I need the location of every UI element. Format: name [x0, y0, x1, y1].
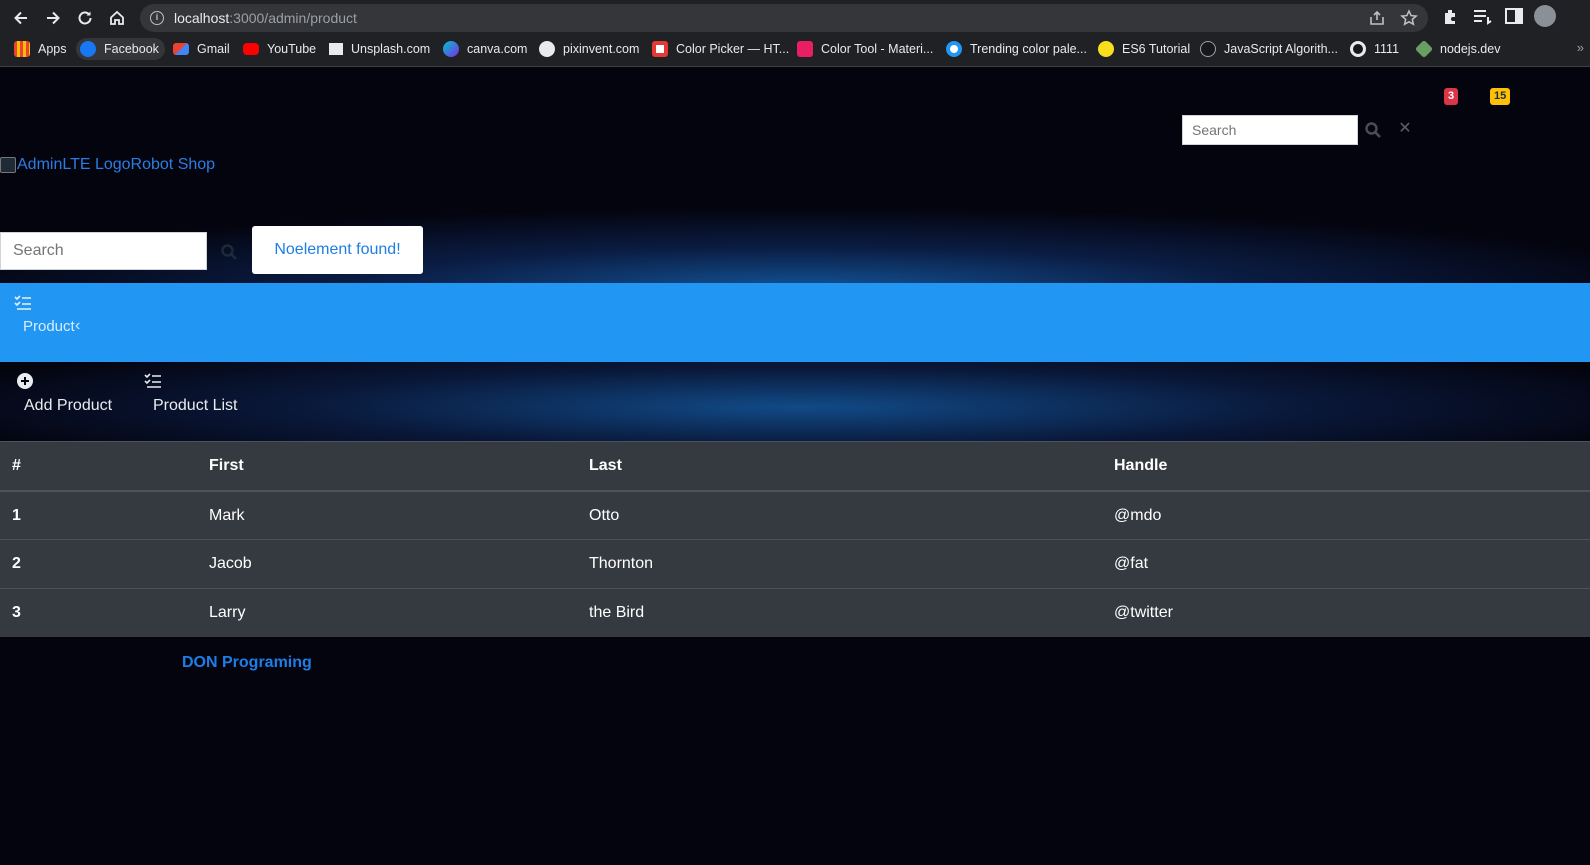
bookmark-pixinvent[interactable]: pixinvent.com [539, 38, 639, 60]
apps-grid-icon [14, 41, 30, 57]
browser-chrome: i localhost:3000/admin/product Apps Face… [0, 0, 1590, 67]
bookmark-color-picker[interactable]: Color Picker — HT... [652, 38, 789, 60]
cell-first: Mark [197, 491, 577, 540]
cell-last: Otto [577, 491, 1102, 540]
column-header-last: Last [577, 442, 1102, 492]
column-header-index: # [0, 442, 197, 492]
search-no-results: Noelement found! [252, 226, 423, 274]
column-header-first: First [197, 442, 577, 492]
color-tool-icon [797, 41, 813, 57]
bookmark-unsplash[interactable]: Unsplash.com [329, 38, 430, 60]
product-table: # First Last Handle 1 Mark Otto @mdo 2 J… [0, 441, 1590, 637]
table-header-row: # First Last Handle [0, 442, 1590, 492]
reload-icon [78, 11, 92, 25]
nodejs-icon [1414, 39, 1434, 59]
brand-link[interactable]: AdminLTE Logo Robot Shop [0, 156, 215, 174]
bookmark-nodejs[interactable]: nodejs.dev [1414, 38, 1500, 60]
cell-handle: @mdo [1102, 491, 1590, 540]
cell-handle: @fat [1102, 539, 1590, 589]
js-icon [1098, 41, 1114, 57]
facebook-icon [80, 41, 96, 57]
bookmark-1111[interactable]: 1111 [1350, 38, 1399, 60]
sidebar-item-label: Add Product [24, 397, 113, 414]
reload-button[interactable] [72, 5, 98, 31]
notifications-badge[interactable]: 3 [1444, 88, 1459, 105]
cell-handle: @twitter [1114, 603, 1173, 621]
side-panel-icon[interactable] [1503, 5, 1525, 27]
chevron-left-icon: ‹ [75, 317, 81, 334]
pixinvent-icon [539, 41, 555, 57]
bookmark-youtube[interactable]: YouTube [243, 38, 316, 60]
site-info-icon[interactable]: i [150, 11, 164, 25]
sidebar-item-label: Product List [153, 397, 238, 414]
bookmark-trending-colors[interactable]: Trending color pale... [946, 38, 1087, 60]
sidebar-item-label: Product [23, 318, 75, 335]
bookmark-es6-tutorial[interactable]: ES6 Tutorial [1098, 38, 1190, 60]
bookmark-javascript-algorithms[interactable]: JavaScript Algorith... [1200, 38, 1338, 60]
bookmark-apps[interactable]: Apps [14, 38, 67, 60]
close-icon[interactable]: ✕ [1396, 120, 1414, 138]
canva-icon [443, 41, 459, 57]
extensions-icon[interactable] [1440, 5, 1462, 27]
back-button[interactable] [8, 5, 34, 31]
messages-badge[interactable]: 15 [1490, 88, 1511, 105]
bookmarks-overflow-icon[interactable]: » [1577, 40, 1584, 55]
bookmark-canva[interactable]: canva.com [443, 38, 527, 60]
cell-index: 3 [12, 603, 21, 621]
address-url: localhost:3000/admin/product [174, 10, 357, 26]
cell-index: 2 [0, 539, 197, 589]
gmail-icon [173, 43, 189, 55]
cell-last: Thornton [577, 539, 1102, 589]
admin-page: 3 15 ✕ AdminLTE LogoRobot Shop Noelement… [0, 67, 1590, 865]
algorithm-icon [1200, 41, 1216, 57]
unsplash-icon [329, 43, 343, 55]
column-header-handle: Handle [1102, 442, 1590, 492]
broken-image-icon [0, 157, 16, 173]
home-button[interactable] [104, 5, 130, 31]
share-icon[interactable] [1368, 9, 1386, 27]
table-row: 3 Larry the Bird @twitter [0, 588, 1590, 637]
bookmark-gmail[interactable]: Gmail [173, 38, 230, 60]
bookmarks-bar: Apps Facebook Gmail YouTube Unsplash.com… [0, 36, 1590, 62]
profile-avatar[interactable] [1534, 5, 1556, 27]
arrow-left-icon [14, 11, 27, 25]
bookmark-star-icon[interactable] [1400, 9, 1418, 27]
search-icon[interactable] [220, 243, 238, 261]
arrow-right-icon [47, 11, 60, 25]
coolors-icon [946, 41, 962, 57]
cell-first: Jacob [197, 539, 577, 589]
home-icon [110, 10, 124, 25]
tasks-icon [14, 295, 31, 310]
address-bar[interactable]: i localhost:3000/admin/product [140, 4, 1428, 32]
sidebar-item-product[interactable]: Product ‹ [0, 283, 1590, 362]
table-row: 2 Jacob Thornton @fat [0, 539, 1590, 589]
bookmark-facebook[interactable]: Facebook [76, 38, 165, 60]
bookmark-color-tool[interactable]: Color Tool - Materi... [797, 38, 933, 60]
brand-name: Robot Shop [130, 156, 216, 173]
navbar-search-input[interactable] [1182, 115, 1358, 145]
plus-circle-icon [17, 373, 33, 389]
brand-logo-alt: AdminLTE Logo [17, 156, 131, 173]
sidebar-search-input[interactable] [0, 232, 207, 270]
footer-credit-link[interactable]: DON Programing [182, 654, 312, 672]
reading-list-icon[interactable] [1471, 5, 1493, 27]
cell-index: 1 [0, 491, 197, 540]
table-row: 1 Mark Otto @mdo [0, 491, 1590, 540]
cell-first: Larry [209, 603, 246, 621]
cell-last: the Bird [589, 603, 645, 621]
forward-button[interactable] [40, 5, 66, 31]
tasks-icon [144, 373, 161, 388]
search-icon[interactable] [1364, 121, 1382, 139]
color-picker-icon [652, 41, 668, 57]
warp-icon [1350, 41, 1366, 57]
youtube-icon [243, 43, 259, 55]
